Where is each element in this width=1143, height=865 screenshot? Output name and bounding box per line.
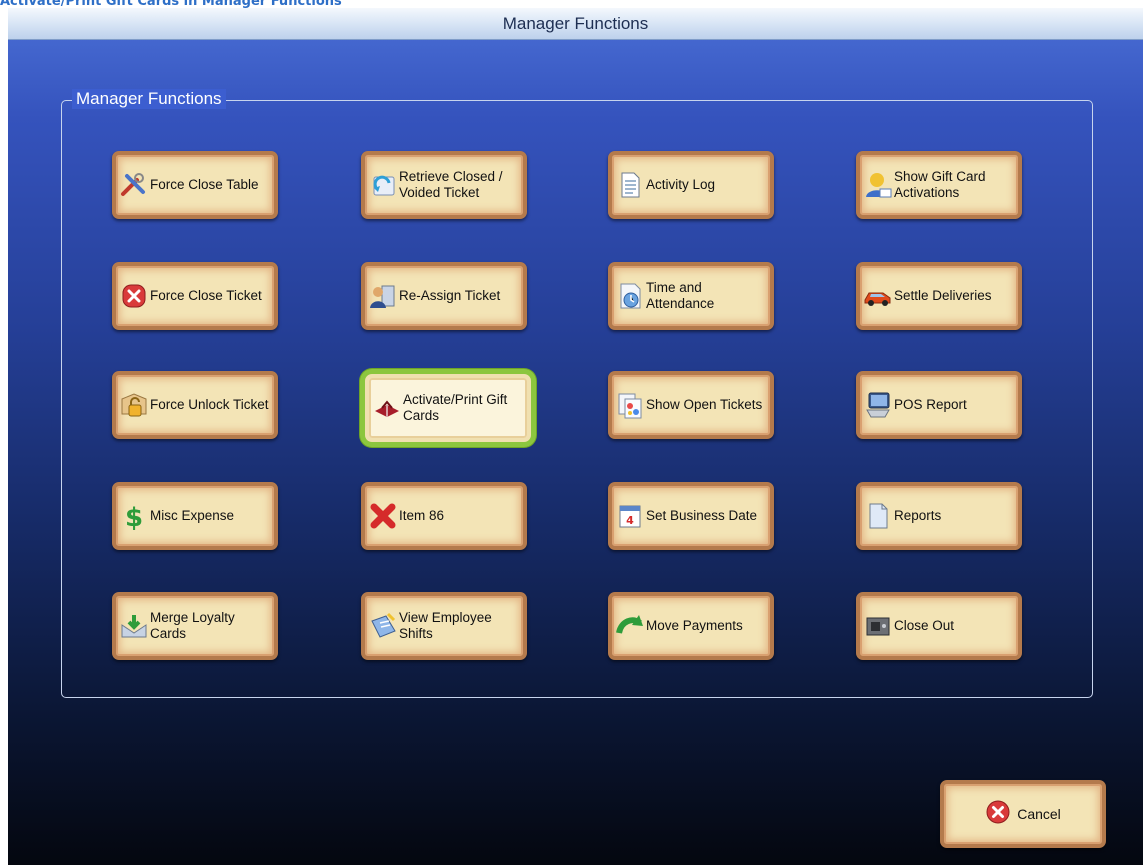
user-assign-icon [368, 281, 398, 311]
monitor-icon [863, 390, 893, 420]
window-title: Manager Functions [502, 14, 649, 33]
svg-text:4: 4 [626, 514, 634, 527]
activate-print-gift-cards-button[interactable]: Activate/Print Gift Cards [365, 374, 531, 442]
tickets-icon [615, 390, 645, 420]
svg-text:$: $ [125, 503, 143, 531]
arrow-icon [615, 611, 645, 641]
button-label: View Employee Shifts [399, 610, 492, 641]
show-gift-card-activations-button[interactable]: Show Gift Card Activations [856, 151, 1022, 219]
button-label: POS Report [894, 397, 967, 412]
force-close-ticket-button[interactable]: Force Close Ticket [112, 262, 278, 330]
cancel-button[interactable]: Cancel [940, 780, 1106, 848]
button-label: Show Open Tickets [646, 397, 763, 412]
force-unlock-ticket-button[interactable]: Force Unlock Ticket [112, 371, 278, 439]
tools-icon [119, 170, 149, 200]
button-label: Set Business Date [646, 508, 758, 523]
button-label: Force Close Ticket [150, 288, 262, 303]
button-label: Re-Assign Ticket [399, 288, 501, 303]
pos-report-button[interactable]: POS Report [856, 371, 1022, 439]
cancel-icon [985, 799, 1011, 830]
settle-deliveries-button[interactable]: Settle Deliveries [856, 262, 1022, 330]
time-and-attendance-button[interactable]: Time and Attendance [608, 262, 774, 330]
red-x-icon [368, 501, 398, 531]
button-label: Activate/Print Gift Cards [403, 392, 508, 423]
set-business-date-button[interactable]: 4 Set Business Date [608, 482, 774, 550]
retrieve-closed-voided-ticket-button[interactable]: Retrieve Closed / Voided Ticket [361, 151, 527, 219]
button-label: Move Payments [646, 618, 743, 633]
close-out-button[interactable]: Close Out [856, 592, 1022, 660]
re-assign-ticket-button[interactable]: Re-Assign Ticket [361, 262, 527, 330]
document-icon [615, 170, 645, 200]
misc-expense-button[interactable]: $ Misc Expense [112, 482, 278, 550]
lock-icon [119, 390, 149, 420]
move-payments-button[interactable]: Move Payments [608, 592, 774, 660]
activity-log-button[interactable]: Activity Log [608, 151, 774, 219]
button-label: Misc Expense [150, 508, 235, 523]
clock-icon [615, 281, 645, 311]
calendar-icon: 4 [615, 501, 645, 531]
button-label: Merge Loyalty Cards [150, 610, 235, 641]
title-bar: Manager Functions [8, 8, 1143, 40]
close-circle-icon [119, 281, 149, 311]
button-label: Settle Deliveries [894, 288, 992, 303]
item-86-button[interactable]: Item 86 [361, 482, 527, 550]
button-label: Retrieve Closed / Voided Ticket [399, 169, 503, 200]
cancel-label: Cancel [1017, 806, 1061, 822]
button-label: Time and Attendance [646, 280, 715, 311]
button-label: Close Out [894, 618, 955, 633]
button-label: Force Close Table [150, 177, 259, 192]
button-label: Item 86 [399, 508, 445, 523]
button-label: Force Unlock Ticket [150, 397, 269, 412]
merge-icon [119, 611, 149, 641]
page-caption: Activate/Print Gift Cards in Manager Fun… [0, 0, 342, 8]
report-icon [863, 501, 893, 531]
gift-icon [372, 393, 402, 423]
shifts-icon [368, 611, 398, 641]
show-open-tickets-button[interactable]: Show Open Tickets [608, 371, 774, 439]
safe-icon [863, 611, 893, 641]
car-icon [863, 281, 893, 311]
button-label: Show Gift Card Activations [894, 169, 986, 200]
button-label: Reports [894, 508, 942, 523]
retrieve-icon [368, 170, 398, 200]
button-label: Activity Log [646, 177, 716, 192]
view-employee-shifts-button[interactable]: View Employee Shifts [361, 592, 527, 660]
merge-loyalty-cards-button[interactable]: Merge Loyalty Cards [112, 592, 278, 660]
user-card-icon [863, 170, 893, 200]
group-label: Manager Functions [72, 89, 226, 109]
force-close-table-button[interactable]: Force Close Table [112, 151, 278, 219]
reports-button[interactable]: Reports [856, 482, 1022, 550]
dollar-icon: $ [119, 501, 149, 531]
